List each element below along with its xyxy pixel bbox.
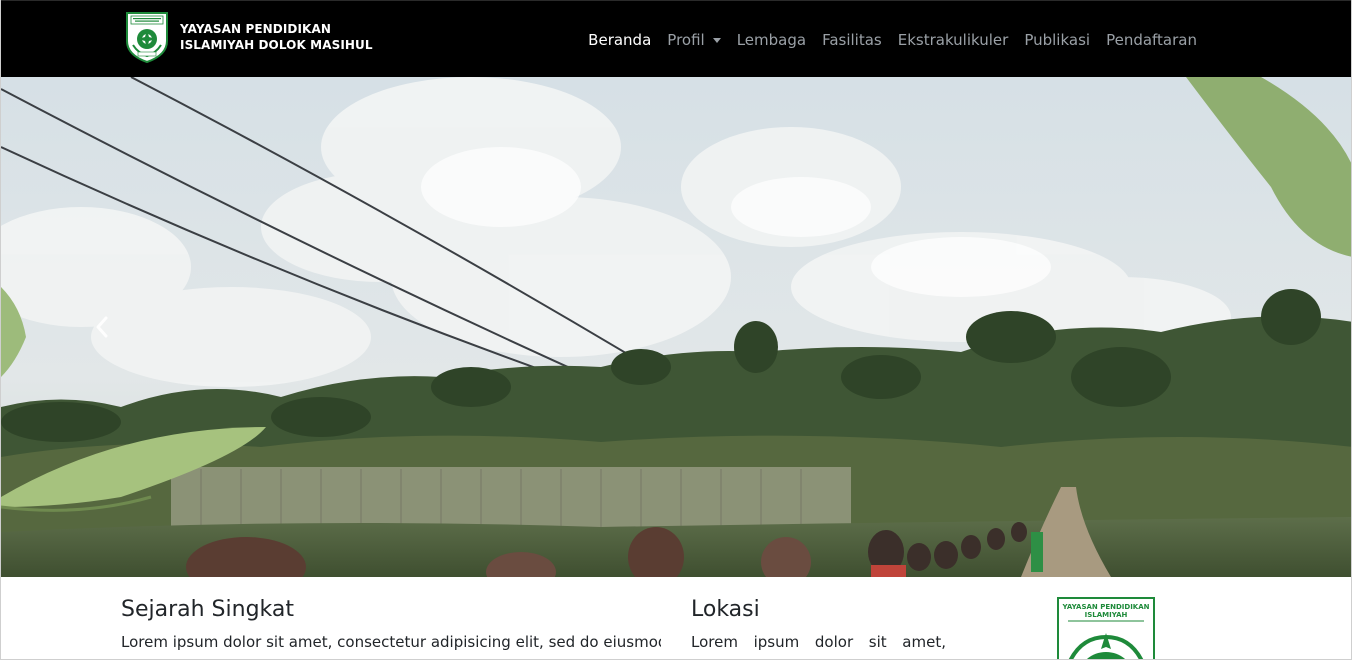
nav-item-label: Lembaga	[736, 30, 807, 49]
side-logo-text: YAYASAN PENDIDIKAN	[1061, 603, 1149, 611]
carousel-prev-button[interactable]	[87, 312, 117, 342]
history-title: Sejarah Singkat	[121, 597, 295, 622]
chevron-left-icon	[96, 316, 108, 338]
nav-item-label: Pendaftaran	[1106, 30, 1197, 49]
page: YAYASAN PENDIDIKAN ISLAMIYAH DOLOK MASIH…	[0, 0, 1352, 660]
nav-item-publikasi[interactable]: Publikasi	[1016, 31, 1098, 49]
nav-item-beranda[interactable]: Beranda	[580, 31, 659, 49]
content-section: Sejarah Singkat Lorem ipsum dolor sit am…	[1, 577, 1351, 659]
brand-title: YAYASAN PENDIDIKAN ISLAMIYAH DOLOK MASIH…	[180, 21, 373, 53]
nav-item-profil[interactable]: Profil	[659, 31, 728, 49]
foundation-logo-large: YAYASAN PENDIDIKAN ISLAMIYAH	[1057, 597, 1155, 659]
carousel-photo	[1, 77, 1351, 577]
nav-item-label: Profil	[667, 30, 705, 49]
brand-link[interactable]: YAYASAN PENDIDIKAN ISLAMIYAH DOLOK MASIH…	[124, 11, 373, 63]
nav-item-pendaftaran[interactable]: Pendaftaran	[1098, 31, 1205, 49]
history-text: Lorem ipsum dolor sit amet, consectetur …	[121, 633, 661, 651]
nav-item-label: Ekstrakulikuler	[897, 30, 1009, 49]
nav-item-ekstrakulikuler[interactable]: Ekstrakulikuler	[890, 31, 1017, 49]
caret-down-icon	[712, 38, 721, 43]
location-text: Lorem ipsum dolor sit amet,	[691, 633, 946, 651]
svg-text:ISLAMIYAH: ISLAMIYAH	[1085, 611, 1128, 619]
nav-item-fasilitas[interactable]: Fasilitas	[814, 31, 890, 49]
nav-item-label: Publikasi	[1024, 30, 1091, 49]
nav-item-lembaga[interactable]: Lembaga	[729, 31, 814, 49]
navbar: YAYASAN PENDIDIKAN ISLAMIYAH DOLOK MASIH…	[1, 0, 1351, 77]
main-nav: Beranda Profil Lembaga Fasilitas Ekstrak…	[580, 1, 1205, 78]
brand-title-line1: YAYASAN PENDIDIKAN	[180, 22, 331, 36]
brand-title-line2: ISLAMIYAH DOLOK MASIHUL	[180, 38, 373, 52]
hero-carousel	[1, 77, 1351, 577]
nav-item-label: Fasilitas	[822, 30, 882, 49]
location-title: Lokasi	[691, 597, 760, 622]
foundation-emblem-icon	[126, 12, 168, 63]
nav-item-label: Beranda	[588, 30, 652, 49]
